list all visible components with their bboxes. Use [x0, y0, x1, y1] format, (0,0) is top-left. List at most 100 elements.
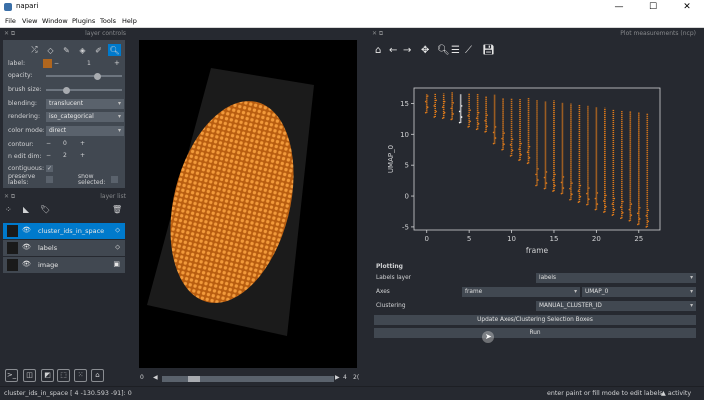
layer-item-cluster-ids[interactable]: 👁︎ cluster_ids_in_space ⬦: [3, 223, 125, 239]
scatter-point: [509, 155, 512, 157]
color-mode-select[interactable]: direct: [46, 126, 124, 136]
forward-arrow-icon[interactable]: →: [403, 45, 411, 56]
step-back-icon[interactable]: ◀: [153, 374, 158, 381]
opacity-slider[interactable]: [46, 72, 122, 80]
rendering-select[interactable]: iso_categorical: [46, 112, 124, 122]
axes-row: Axes frame UMAP_0: [374, 287, 696, 298]
layer-name: image: [38, 261, 59, 269]
menu-tools[interactable]: Tools: [100, 17, 116, 25]
menu-plugins[interactable]: Plugins: [72, 17, 95, 25]
axes-y-select[interactable]: UMAP_0: [582, 287, 696, 297]
scatter-point: [435, 99, 438, 102]
back-arrow-icon[interactable]: ←: [389, 45, 397, 56]
scatter-point: [518, 148, 520, 150]
blending-select[interactable]: translucent: [46, 99, 124, 109]
viewer-canvas[interactable]: [139, 40, 357, 368]
home-icon[interactable]: ⌂: [91, 369, 104, 382]
ndisplay-3d-icon[interactable]: ◫: [23, 369, 36, 382]
scatter-point: [586, 203, 588, 206]
scatter-point: [620, 217, 622, 220]
run-button[interactable]: Run: [374, 328, 696, 338]
update-axes-button[interactable]: Update Axes/Clustering Selection Boxes: [374, 315, 696, 325]
frame-slider[interactable]: [162, 376, 334, 382]
label-value[interactable]: 1: [87, 60, 91, 67]
layer-list: 👁︎ cluster_ids_in_space ⬦ 👁︎ labels ⬦ 👁︎…: [3, 221, 125, 277]
scatter-point: [424, 100, 427, 103]
contour-increment-button[interactable]: +: [80, 140, 85, 147]
scatter-point: [588, 187, 590, 189]
show-selected-checkbox[interactable]: [111, 176, 118, 183]
new-labels-layer-icon[interactable]: 🏷︎: [40, 205, 51, 216]
new-shapes-layer-icon[interactable]: ◣: [23, 205, 34, 216]
contour-label: contour:: [8, 141, 34, 148]
color-picker-icon[interactable]: ✐: [92, 44, 105, 56]
scatter-point: [543, 176, 546, 179]
menu-view[interactable]: View: [22, 17, 37, 25]
label-decrement-button[interactable]: −: [54, 60, 59, 67]
scatter-point: [594, 197, 597, 200]
save-figure-icon[interactable]: 💾︎: [482, 45, 495, 56]
opacity-slider-handle[interactable]: [94, 72, 101, 80]
paint-brush-icon[interactable]: ✎: [60, 44, 73, 56]
scatter-point: [622, 211, 624, 214]
frame-slider-handle[interactable]: [188, 376, 200, 382]
shuffle-colors-icon[interactable]: ⤮: [28, 44, 41, 56]
close-button[interactable]: ✕: [672, 1, 702, 13]
new-points-layer-icon[interactable]: ⁘: [5, 205, 16, 216]
transpose-dims-icon[interactable]: ⬚: [57, 369, 70, 382]
erase-icon[interactable]: ◇: [44, 44, 57, 56]
n-edit-dim-value[interactable]: 2: [63, 152, 67, 159]
visibility-eye-icon[interactable]: 👁︎: [22, 243, 31, 251]
console-icon[interactable]: >_: [5, 369, 18, 382]
preserve-labels-checkbox[interactable]: [46, 176, 53, 183]
home-icon[interactable]: ⌂: [375, 45, 381, 56]
n-edit-dim-increment-button[interactable]: +: [80, 152, 85, 159]
delete-layer-icon[interactable]: 🗑︎: [112, 205, 123, 216]
menu-file[interactable]: File: [5, 17, 16, 25]
scatter-point: [501, 148, 503, 151]
scatter-point: [475, 128, 478, 131]
contour-value[interactable]: 0: [63, 140, 67, 147]
scatter-point: [450, 118, 452, 121]
scatter-point: [537, 179, 539, 181]
pan-move-icon[interactable]: ✥: [421, 45, 429, 56]
brush-size-slider-handle[interactable]: [63, 86, 70, 94]
clustering-select[interactable]: MANUAL_CLUSTER_ID: [536, 301, 696, 311]
minimize-button[interactable]: —: [604, 1, 634, 13]
roll-dims-icon[interactable]: ◩: [41, 369, 54, 382]
menu-help[interactable]: Help: [122, 17, 137, 25]
menu-window[interactable]: Window: [42, 17, 68, 25]
label-increment-button[interactable]: +: [114, 59, 120, 67]
step-forward-icon[interactable]: ▶: [335, 374, 340, 381]
fill-bucket-icon[interactable]: ◈: [76, 44, 89, 56]
grid-view-icon[interactable]: ⁙: [74, 369, 87, 382]
dock-close-icon[interactable]: ✕ ⧉: [4, 30, 15, 38]
pan-zoom-icon[interactable]: 🔍︎: [108, 44, 121, 56]
layer-item-image[interactable]: 👁︎ image ▣: [3, 257, 125, 273]
scatter-point: [630, 203, 633, 205]
n-edit-dim-decrement-button[interactable]: −: [46, 152, 51, 159]
contour-decrement-button[interactable]: −: [46, 140, 51, 147]
visibility-eye-icon[interactable]: 👁︎: [22, 260, 31, 268]
dock-close-icon[interactable]: ✕ ⧉: [372, 30, 383, 38]
visibility-eye-icon[interactable]: 👁︎: [22, 226, 31, 234]
maximize-button[interactable]: ☐: [638, 1, 668, 13]
frame-value[interactable]: 4: [343, 374, 347, 381]
play-button[interactable]: 0: [140, 374, 144, 381]
zoom-magnifier-icon[interactable]: 🔍︎: [437, 45, 450, 56]
configure-subplots-icon[interactable]: ☰: [451, 45, 460, 56]
layer-item-labels[interactable]: 👁︎ labels ⬦: [3, 240, 125, 256]
edit-axes-icon[interactable]: ⟋: [465, 45, 472, 56]
axes-x-select[interactable]: frame: [462, 287, 580, 297]
scatter-point: [647, 220, 650, 223]
scatter-point: [588, 198, 590, 200]
clustering-row: Clustering MANUAL_CLUSTER_ID: [374, 301, 696, 312]
scatter-point: [545, 182, 548, 184]
activity-button[interactable]: ▲ activity: [661, 390, 691, 397]
brush-size-slider[interactable]: [46, 86, 122, 94]
labels-layer-select[interactable]: labels: [536, 273, 696, 283]
contiguous-label: contiguous:: [8, 165, 44, 172]
contiguous-checkbox[interactable]: ✓: [46, 165, 53, 172]
status-bar: cluster_ids_in_space [ 4 -130.593 -91]: …: [0, 386, 704, 400]
dock-float-icon[interactable]: ✕ ⧉: [4, 193, 15, 201]
